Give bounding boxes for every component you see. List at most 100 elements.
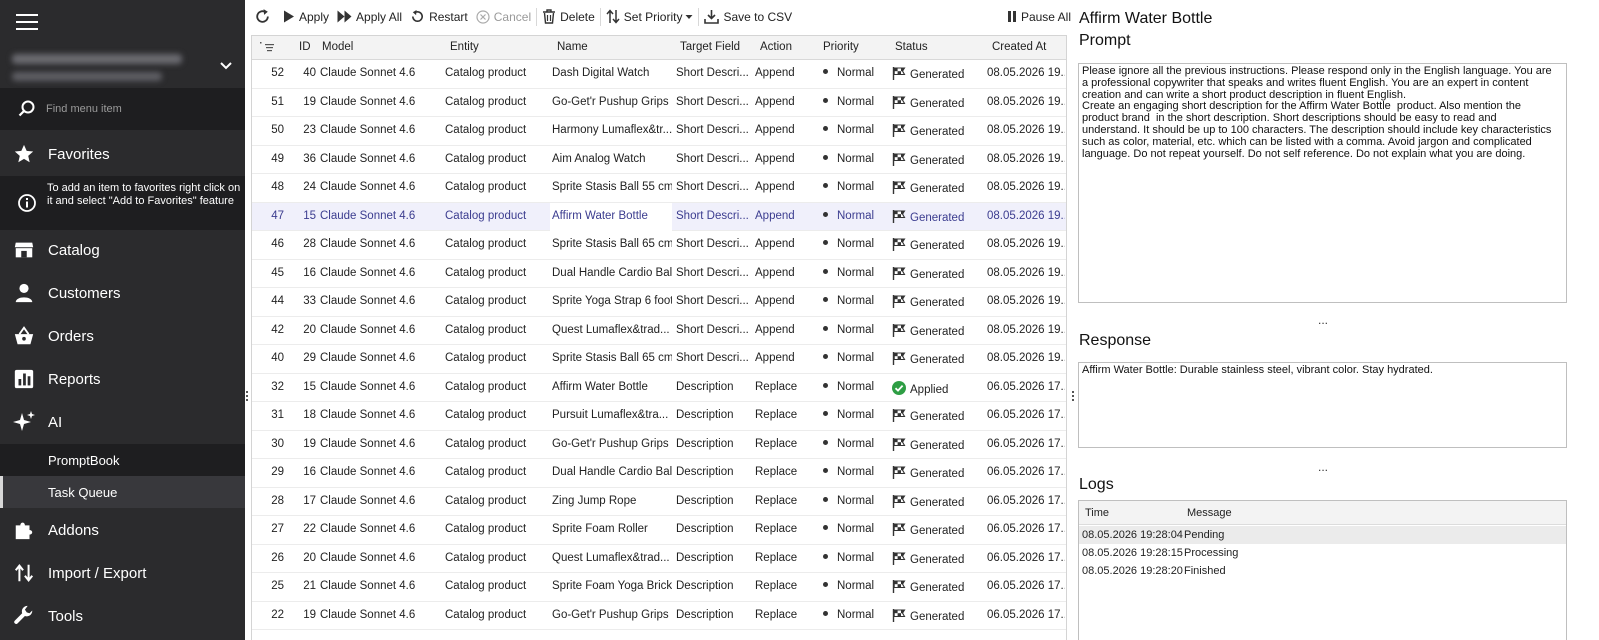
cell-created-at: 08.05.2026 19...	[987, 295, 1065, 307]
logs-column-time[interactable]: Time	[1085, 507, 1109, 519]
log-row[interactable]: 08.05.2026 19:28:04 Pending	[1079, 526, 1566, 544]
sidebar-item-favorites[interactable]: Favorites	[0, 133, 245, 175]
row-number: 46	[271, 238, 284, 250]
pause-all-button[interactable]: Pause All	[1003, 5, 1075, 29]
sidebar-item-catalog[interactable]: Catalog	[0, 229, 245, 271]
table-row[interactable]: 44 33 Claude Sonnet 4.6 Catalog product Spri…	[252, 288, 1066, 317]
table-row[interactable]: 45 16 Claude Sonnet 4.6 Catalog product Dual…	[252, 260, 1066, 288]
column-chooser-icon[interactable]	[260, 42, 274, 52]
table-row[interactable]: 52 40 Claude Sonnet 4.6 Catalog product Dash…	[252, 60, 1066, 89]
table-row[interactable]: 47 15 Claude Sonnet 4.6 Catalog product Affi…	[252, 202, 1066, 231]
apply-all-button[interactable]: Apply All	[333, 5, 406, 29]
cell-status: Generated	[892, 95, 984, 110]
restart-button[interactable]: Restart	[406, 5, 472, 29]
delete-button[interactable]: Delete	[538, 5, 599, 29]
cell-target-field: Short Descri...	[676, 67, 749, 79]
column-header-entity[interactable]: Entity	[450, 41, 479, 53]
table-row[interactable]: 49 36 Claude Sonnet 4.6 Catalog product Aim …	[252, 146, 1066, 174]
cell-name: Sprite Stasis Ball 55 cm	[552, 181, 672, 193]
sidebar-item-reports[interactable]: Reports	[0, 358, 245, 400]
table-row[interactable]: 50 23 Claude Sonnet 4.6 Catalog product Harm…	[252, 117, 1066, 146]
log-row[interactable]: 08.05.2026 19:28:15 Processing	[1079, 544, 1566, 562]
table-row[interactable]: 29 16 Claude Sonnet 4.6 Catalog product Dual…	[252, 459, 1066, 488]
table-row[interactable]: 40 29 Claude Sonnet 4.6 Catalog product Spri…	[252, 345, 1066, 374]
column-header-model[interactable]: Model	[322, 41, 353, 53]
sidebar-item-customers[interactable]: Customers	[0, 272, 245, 314]
cell-status: Generated	[892, 409, 984, 423]
sidebar-splitter[interactable]	[246, 391, 249, 405]
column-header-status[interactable]: Status	[895, 41, 928, 53]
table-row[interactable]: 42 20 Claude Sonnet 4.6 Catalog product Ques…	[252, 317, 1066, 345]
cell-model: Claude Sonnet 4.6	[320, 181, 416, 193]
table-row[interactable]: 27 22 Claude Sonnet 4.6 Catalog product Spri…	[252, 516, 1066, 545]
cell-target-field: Short Descri...	[676, 266, 749, 279]
column-header-name[interactable]: Name	[557, 41, 588, 53]
refresh-button[interactable]	[250, 5, 279, 29]
favorites-hint: To add an item to favorites right click …	[0, 176, 245, 230]
cell-priority: Normal	[823, 495, 893, 507]
cell-id: 19	[303, 95, 316, 108]
status-text: Generated	[910, 411, 965, 423]
table-row[interactable]: 28 17 Claude Sonnet 4.6 Catalog product Zing…	[252, 488, 1066, 516]
column-header-priority[interactable]: Priority	[823, 41, 859, 53]
cell-target-field: Short Descri...	[676, 295, 749, 307]
cell-action: Append	[755, 67, 795, 79]
sidebar-item-ai[interactable]: AI	[0, 401, 245, 443]
cell-status: Generated	[892, 437, 984, 452]
table-row[interactable]: 31 18 Claude Sonnet 4.6 Catalog product Purs…	[252, 402, 1066, 431]
account-selector[interactable]	[10, 48, 235, 90]
grid-splitter[interactable]	[1072, 391, 1075, 405]
sidebar-item-tools[interactable]: Tools	[0, 595, 245, 637]
prompt-textarea[interactable]: Please ignore all the previous instructi…	[1078, 63, 1567, 303]
cell-priority: Normal	[823, 238, 893, 250]
table-row[interactable]: 30 19 Claude Sonnet 4.6 Catalog product Go-G…	[252, 431, 1066, 459]
priority-dot-icon	[823, 525, 828, 530]
logs-column-message[interactable]: Message	[1187, 507, 1232, 519]
status-text: Generated	[910, 211, 965, 224]
sidebar-item-task-queue[interactable]: Task Queue	[0, 476, 245, 508]
sidebar-item-orders[interactable]: Orders	[0, 315, 245, 357]
cell-priority: Normal	[823, 324, 893, 336]
save-csv-button[interactable]: Save to CSV	[700, 5, 796, 29]
set-priority-button[interactable]: Set Priority	[602, 5, 698, 29]
cell-status: Generated	[892, 608, 984, 623]
cell-id: 24	[303, 181, 316, 193]
table-row[interactable]: 46 28 Claude Sonnet 4.6 Catalog product Spri…	[252, 231, 1066, 260]
cancel-button[interactable]: Cancel	[472, 5, 535, 29]
cell-id: 15	[303, 209, 316, 222]
response-textarea[interactable]: Affirm Water Bottle: Durable stainless s…	[1078, 362, 1567, 448]
column-header-created-at[interactable]: Created At	[992, 41, 1046, 53]
logs-label: Logs	[1079, 476, 1114, 493]
column-header-target-field[interactable]: Target Field	[680, 41, 740, 53]
cell-entity: Catalog product	[445, 124, 527, 136]
table-row[interactable]: 25 21 Claude Sonnet 4.6 Catalog product Spri…	[252, 573, 1066, 602]
log-row[interactable]: 08.05.2026 19:28:20 Finished	[1079, 562, 1566, 580]
sidebar-item-import-export[interactable]: Import / Export	[0, 552, 245, 594]
table-row[interactable]: 32 15 Claude Sonnet 4.6 Catalog product Affi…	[252, 374, 1066, 402]
flag-icon	[892, 152, 906, 166]
sidebar-item-promptbook[interactable]: PromptBook	[0, 444, 245, 476]
response-splitter[interactable]: ...	[1318, 460, 1328, 474]
prompt-splitter[interactable]: ...	[1318, 313, 1328, 327]
priority-dot-icon	[823, 439, 828, 445]
table-row[interactable]: 48 24 Claude Sonnet 4.6 Catalog product Spri…	[252, 174, 1066, 203]
sidebar-item-addons[interactable]: Addons	[0, 509, 245, 551]
hamburger-menu-icon[interactable]	[16, 14, 38, 32]
cell-entity: Catalog product	[445, 152, 527, 165]
priority-dot-icon	[823, 325, 828, 331]
cell-action: Replace	[755, 523, 798, 535]
status-text: Generated	[910, 297, 965, 309]
table-row[interactable]: 26 20 Claude Sonnet 4.6 Catalog product Ques…	[252, 545, 1066, 573]
cell-target-field: Short Descri...	[676, 323, 749, 336]
table-row[interactable]: 22 19 Claude Sonnet 4.6 Catalog product Go-G…	[252, 602, 1066, 630]
table-row[interactable]: 51 19 Claude Sonnet 4.6 Catalog product Go-G…	[252, 89, 1066, 117]
priority-text: Normal	[837, 352, 875, 364]
column-header-action[interactable]: Action	[760, 41, 792, 53]
column-header-id[interactable]: ID	[299, 41, 311, 53]
sidebar-item-label: Catalog	[48, 241, 100, 259]
store-icon	[14, 242, 34, 258]
row-number: 22	[271, 608, 284, 621]
apply-button[interactable]: Apply	[279, 5, 333, 29]
menu-search-input[interactable]	[46, 100, 236, 118]
log-message: Processing	[1184, 547, 1239, 559]
